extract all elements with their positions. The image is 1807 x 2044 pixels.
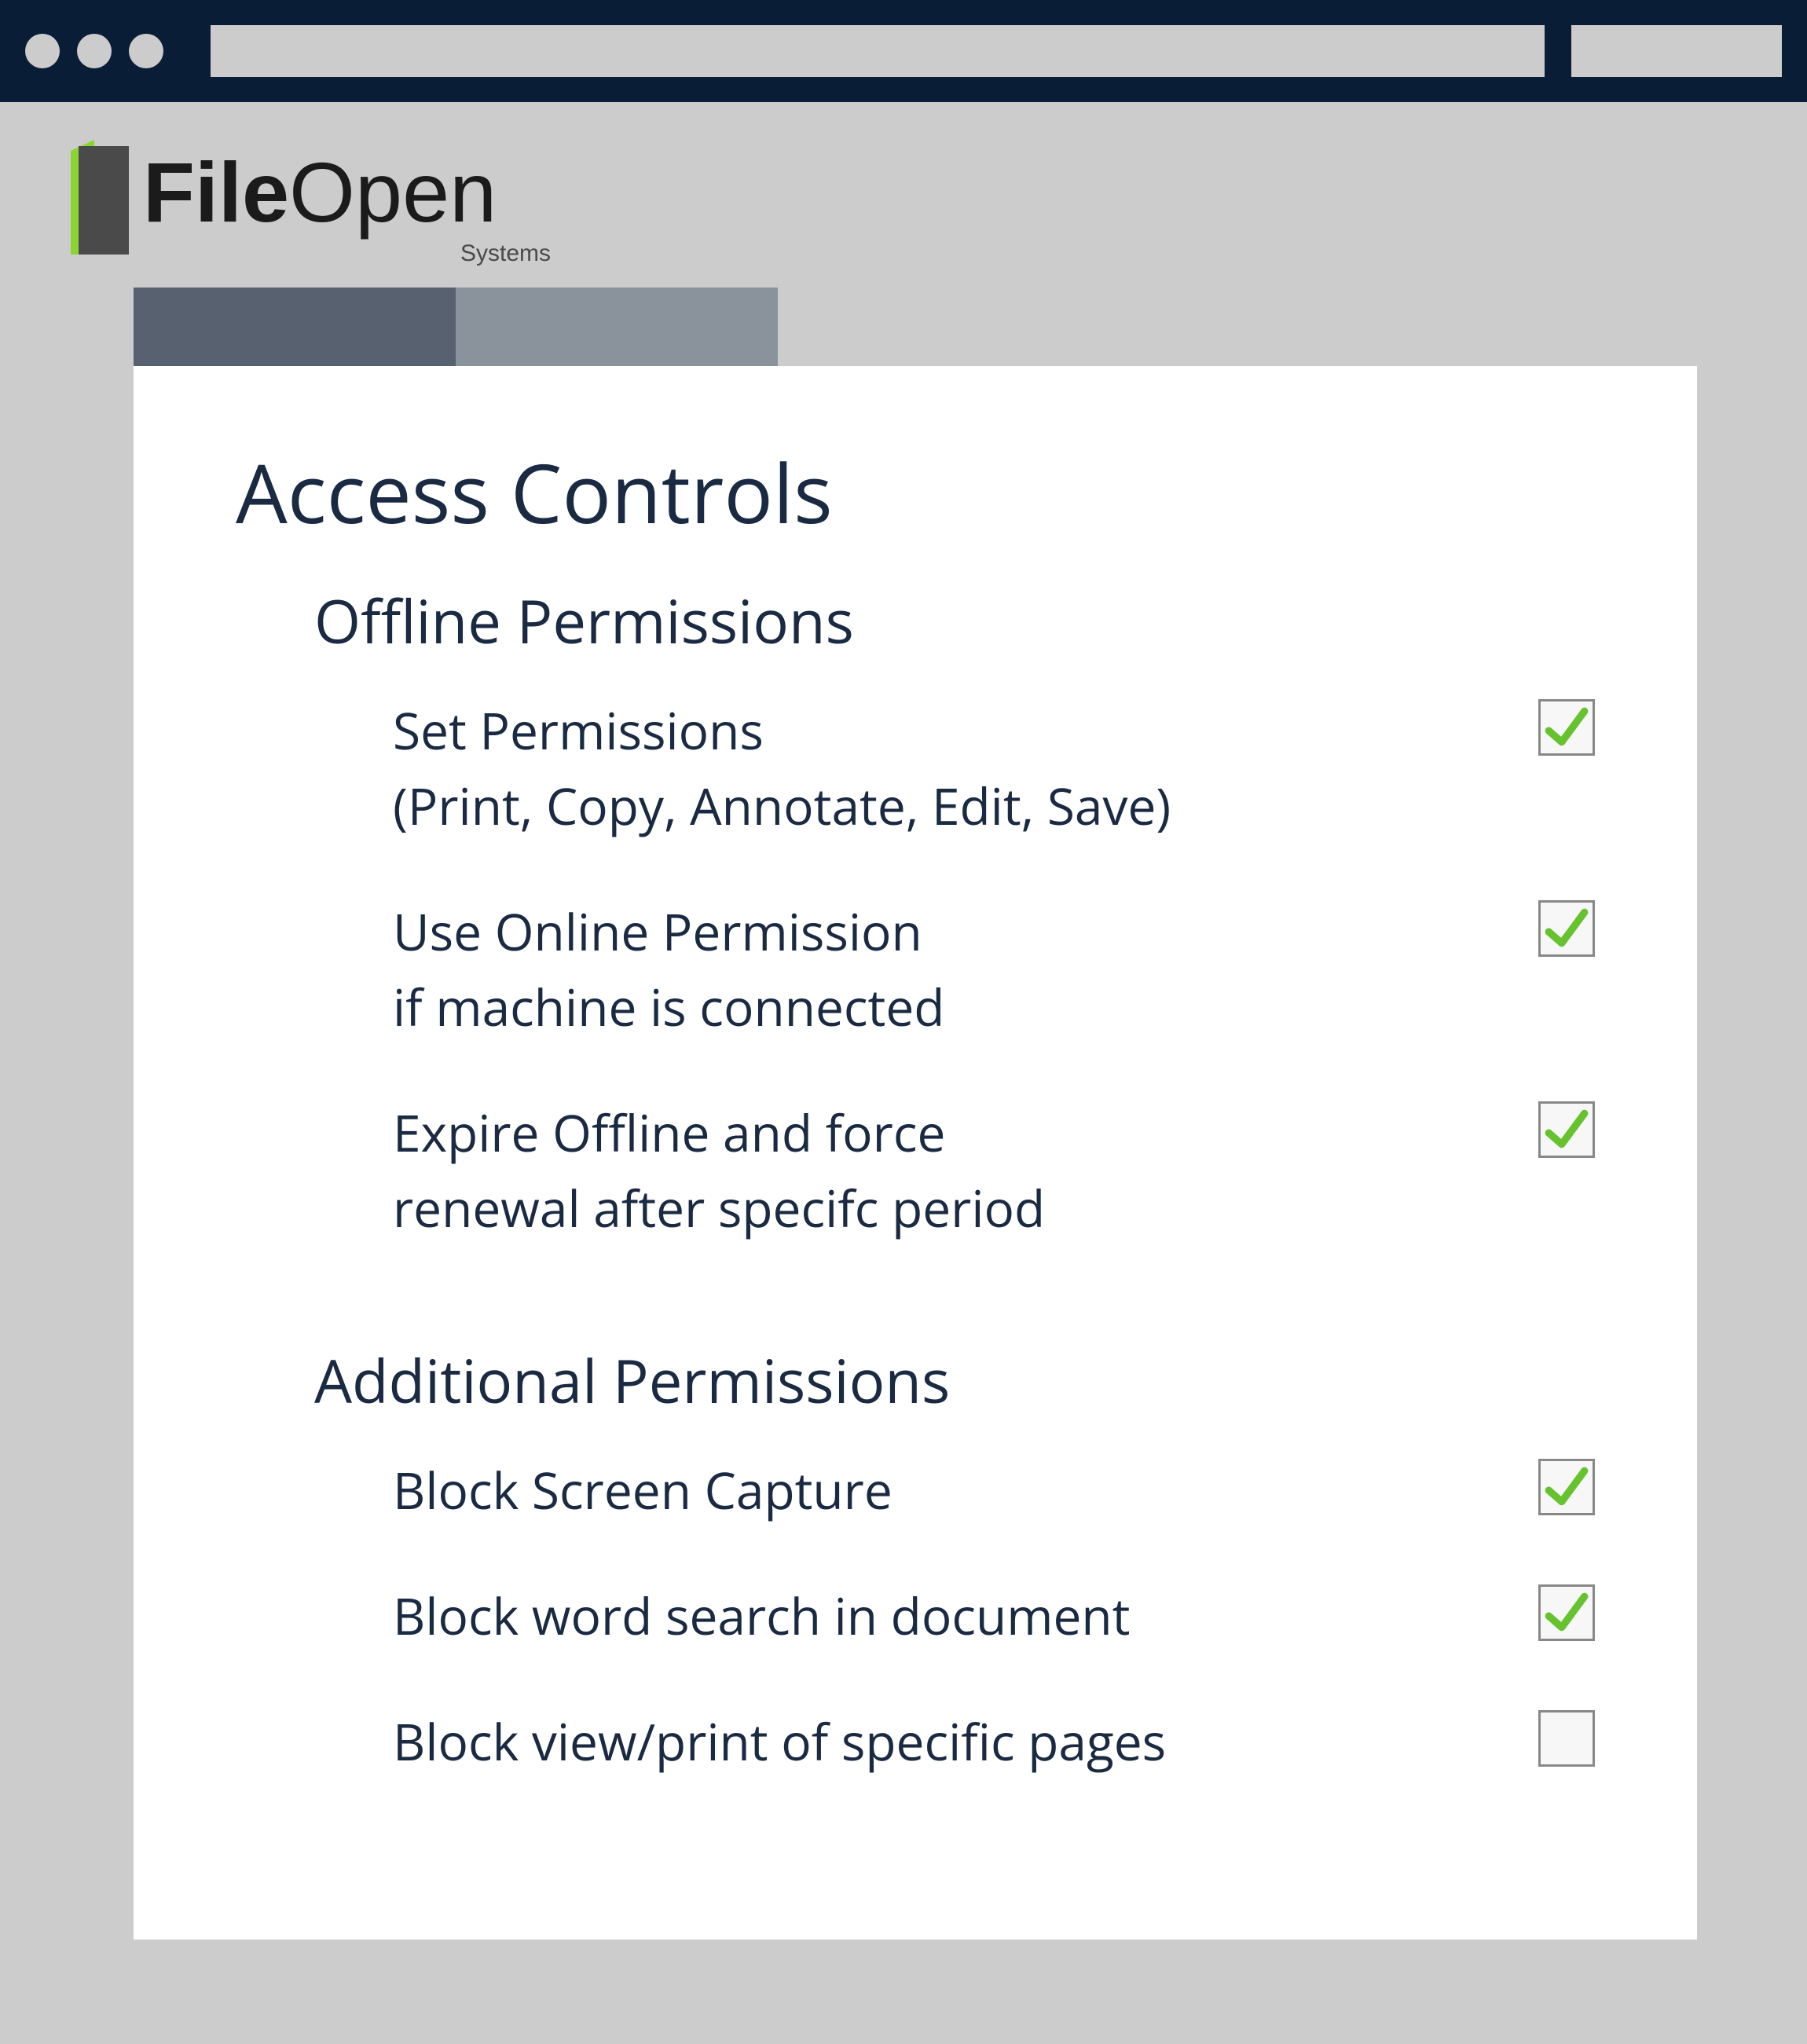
permission-checkbox-block-word-search[interactable] <box>1538 1584 1595 1641</box>
permission-label: Block word search in document <box>393 1578 1130 1654</box>
window-maximize-dot[interactable] <box>129 34 163 68</box>
permission-row: Expire Offline and force renewal after s… <box>393 1095 1595 1246</box>
browser-action-button[interactable] <box>1571 25 1782 77</box>
permission-checkbox-use-online[interactable] <box>1538 900 1595 957</box>
tab-2[interactable] <box>456 288 778 366</box>
check-icon <box>1542 1588 1591 1637</box>
svg-text:FileOpen: FileOpen <box>143 145 497 240</box>
permission-label: Block view/print of specific pages <box>393 1704 1166 1779</box>
permission-checkbox-block-view-print-pages[interactable] <box>1538 1710 1595 1767</box>
address-bar[interactable] <box>211 25 1545 77</box>
check-icon <box>1542 904 1591 953</box>
permission-row: Block word search in document <box>393 1578 1595 1654</box>
window-controls <box>25 34 163 68</box>
permission-row: Set Permissions (Print, Copy, Annotate, … <box>393 693 1595 844</box>
brand-subtitle: Systems <box>460 240 551 266</box>
permission-label: Block Screen Capture <box>393 1452 893 1528</box>
permission-row: Block Screen Capture <box>393 1452 1595 1528</box>
permission-checkbox-expire-offline[interactable] <box>1538 1101 1595 1158</box>
tab-1[interactable] <box>134 288 456 366</box>
tab-strip <box>134 288 1807 366</box>
permission-label: Set Permissions (Print, Copy, Annotate, … <box>393 693 1171 844</box>
brand-name-bold: File <box>143 145 289 240</box>
section-title-offline: Offline Permissions <box>314 581 1595 661</box>
permission-checkbox-set-permissions[interactable] <box>1538 699 1595 756</box>
permission-label: Use Online Permission if machine is conn… <box>393 894 944 1045</box>
check-icon <box>1542 703 1591 752</box>
window-close-dot[interactable] <box>25 34 60 68</box>
browser-bar <box>0 0 1807 102</box>
permission-label: Expire Offline and force renewal after s… <box>393 1095 1045 1246</box>
section-title-additional: Additional Permissions <box>314 1340 1595 1421</box>
brand-name-light: Open <box>289 145 497 240</box>
permission-row: Use Online Permission if machine is conn… <box>393 894 1595 1045</box>
check-icon <box>1542 1105 1591 1154</box>
check-icon <box>1542 1463 1591 1511</box>
page-title: Access Controls <box>236 437 1595 548</box>
main-panel: Access Controls Offline Permissions Set … <box>134 366 1697 1940</box>
brand-logo: FileOpen Systems <box>57 137 1807 278</box>
permission-checkbox-block-screen-capture[interactable] <box>1538 1459 1595 1515</box>
permission-row: Block view/print of specific pages <box>393 1704 1595 1779</box>
window-minimize-dot[interactable] <box>77 34 112 68</box>
